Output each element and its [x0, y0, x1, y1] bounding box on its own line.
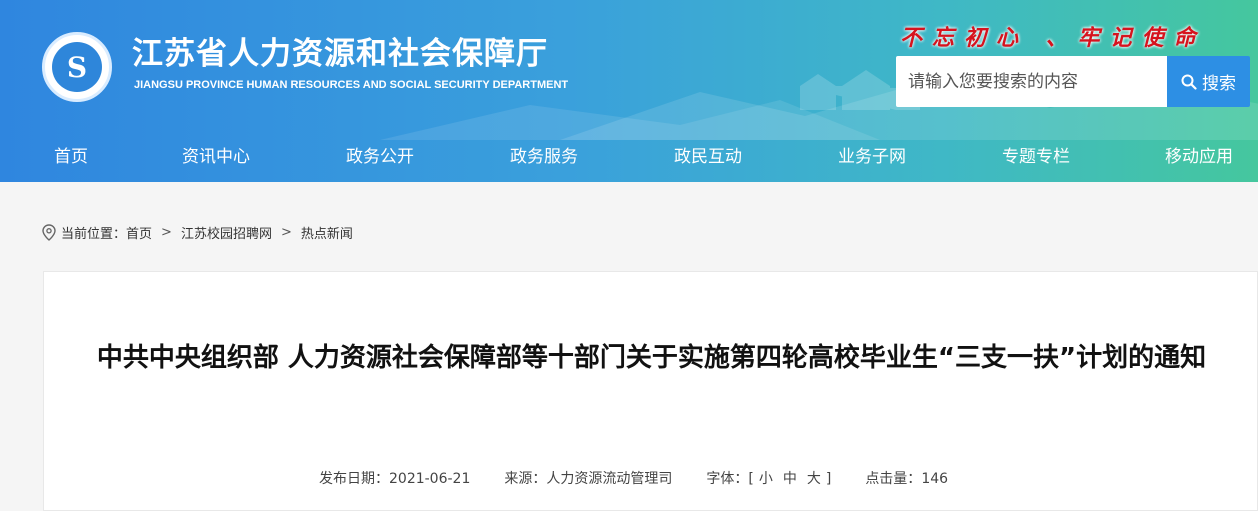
font-medium-button[interactable]: 中	[783, 471, 797, 487]
font-small-button[interactable]: 小	[759, 471, 773, 487]
article-meta: 发布日期：2021-06-21 来源：人力资源流动管理司 字体：[ 小中大] 点击…	[319, 468, 982, 488]
search-box: 搜索	[896, 56, 1250, 107]
main-nav: 首页 资讯中心 政务公开 政务服务 政民互动 业务子网 专题专栏 移动应用	[0, 132, 1258, 182]
font-size-control: 字体：[ 小中大]	[706, 468, 831, 488]
logo-glyph: S	[52, 42, 102, 92]
click-count-value: 146	[921, 471, 949, 487]
source-value: 人力资源流动管理司	[546, 471, 673, 487]
site-title: 江苏省人力资源和社会保障厅	[132, 36, 548, 72]
source-label: 来源：	[504, 471, 547, 487]
article-source: 来源：人力资源流动管理司	[504, 468, 672, 488]
nav-item-special-topics[interactable]: 专题专栏	[1002, 132, 1070, 182]
nav-item-home[interactable]: 首页	[54, 132, 88, 182]
breadcrumb-prefix: 当前位置：	[61, 226, 127, 242]
site-subtitle: JIANGSU PROVINCE HUMAN RESOURCES AND SOC…	[134, 79, 569, 91]
article-panel: 中共中央组织部 人力资源社会保障部等十部门关于实施第四轮高校毕业生“三支一扶”计…	[43, 271, 1258, 511]
site-header: S 江苏省人力资源和社会保障厅 JIANGSU PROVINCE HUMAN R…	[0, 0, 1258, 182]
search-icon	[1181, 74, 1197, 90]
breadcrumb-separator: >	[280, 224, 292, 240]
publish-date: 发布日期：2021-06-21	[319, 468, 470, 488]
click-count-label: 点击量：	[865, 471, 922, 487]
nav-item-gov-affairs-open[interactable]: 政务公开	[346, 132, 414, 182]
breadcrumb-separator: >	[161, 224, 172, 240]
site-logo[interactable]: S	[42, 32, 112, 102]
nav-item-interaction[interactable]: 政民互动	[674, 132, 742, 182]
nav-item-business-subnet[interactable]: 业务子网	[838, 132, 906, 182]
publish-date-label: 发布日期：	[319, 471, 389, 487]
location-pin-icon	[42, 223, 56, 241]
click-count: 点击量：146	[865, 468, 948, 488]
publish-date-value: 2021-06-21	[389, 471, 471, 487]
font-size-label: 字体：[	[706, 471, 754, 487]
search-button[interactable]: 搜索	[1167, 56, 1250, 107]
breadcrumb-hot-news[interactable]: 热点新闻	[301, 223, 353, 242]
nav-item-news-center[interactable]: 资讯中心	[182, 132, 250, 182]
search-input[interactable]	[896, 56, 1167, 107]
breadcrumb-campus-recruitment[interactable]: 江苏校园招聘网	[181, 223, 272, 242]
font-size-close: ]	[825, 471, 832, 487]
breadcrumb-home[interactable]: 首页	[126, 223, 152, 242]
slogan: 不忘初心 、牢记使命	[900, 25, 1206, 51]
article-title: 中共中央组织部 人力资源社会保障部等十部门关于实施第四轮高校毕业生“三支一扶”计…	[96, 343, 1207, 373]
search-button-label: 搜索	[1202, 74, 1236, 94]
nav-item-gov-services[interactable]: 政务服务	[510, 132, 578, 182]
breadcrumb: 当前位置： 首页 > 江苏校园招聘网 > 热点新闻	[42, 222, 353, 242]
nav-item-mobile-apps[interactable]: 移动应用	[1165, 132, 1233, 182]
font-large-button[interactable]: 大	[807, 471, 821, 487]
